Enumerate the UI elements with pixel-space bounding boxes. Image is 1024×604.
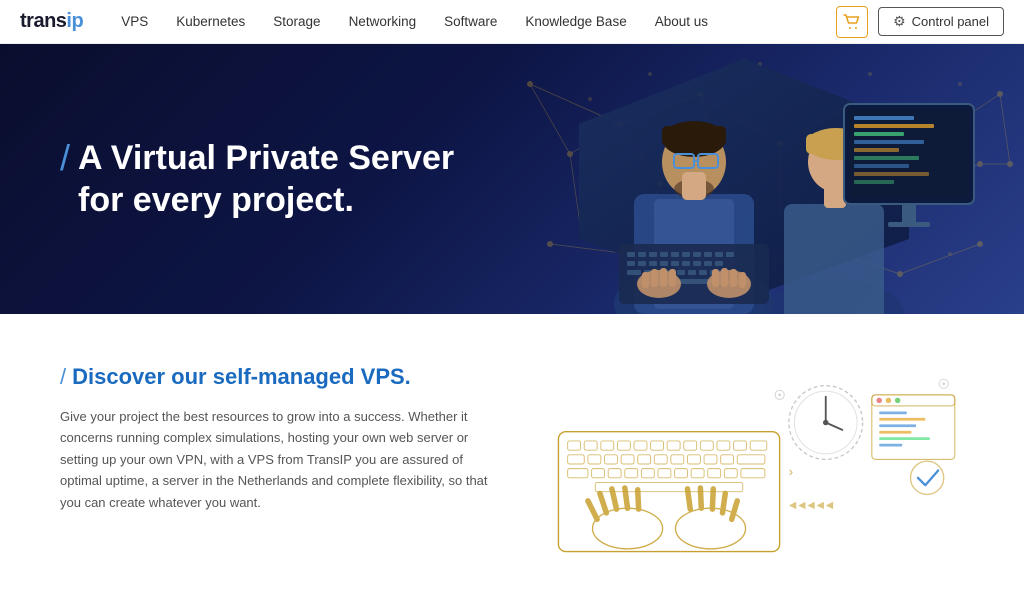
- logo[interactable]: transip: [20, 10, 83, 33]
- hero-section: / A Virtual Private Server for every pro…: [0, 44, 1024, 314]
- logo-trans: trans: [20, 10, 66, 33]
- nav-links: VPS Kubernetes Storage Networking Softwa…: [107, 0, 836, 44]
- svg-text:›: ›: [787, 465, 795, 480]
- gear-icon: ⚙: [893, 13, 906, 30]
- nav-right: ⚙ Control panel: [836, 6, 1004, 38]
- hero-title-line1: A Virtual Private Server: [78, 137, 454, 180]
- logo-ip: ip: [66, 10, 83, 33]
- lower-slash: /: [60, 364, 66, 390]
- navbar: transip VPS Kubernetes Storage Networkin…: [0, 0, 1024, 44]
- illustration-svg: ›: [540, 364, 964, 564]
- hero-slash: /: [60, 137, 70, 179]
- hero-title-line2: for every project.: [78, 179, 454, 222]
- nav-item-software[interactable]: Software: [430, 0, 511, 44]
- nav-item-vps[interactable]: VPS: [107, 0, 162, 44]
- cart-button[interactable]: [836, 6, 868, 38]
- hero-content: / A Virtual Private Server for every pro…: [0, 137, 514, 222]
- lower-section: / Discover our self-managed VPS. Give yo…: [0, 314, 1024, 604]
- nav-item-about-us[interactable]: About us: [641, 0, 722, 44]
- lower-illustration: ›: [540, 364, 964, 564]
- control-panel-label: Control panel: [912, 14, 989, 29]
- nav-item-knowledge-base[interactable]: Knowledge Base: [511, 0, 640, 44]
- lower-subtitle: Discover our self-managed VPS.: [72, 364, 411, 390]
- hero-image: [464, 44, 1024, 314]
- nav-item-kubernetes[interactable]: Kubernetes: [162, 0, 259, 44]
- hero-photo-svg: [464, 44, 1024, 314]
- control-panel-button[interactable]: ⚙ Control panel: [878, 7, 1004, 36]
- lower-description: Give your project the best resources to …: [60, 406, 500, 513]
- lower-text: / Discover our self-managed VPS. Give yo…: [60, 364, 500, 564]
- lower-slash-title: / Discover our self-managed VPS.: [60, 364, 500, 390]
- nav-item-networking[interactable]: Networking: [335, 0, 431, 44]
- nav-item-storage[interactable]: Storage: [259, 0, 334, 44]
